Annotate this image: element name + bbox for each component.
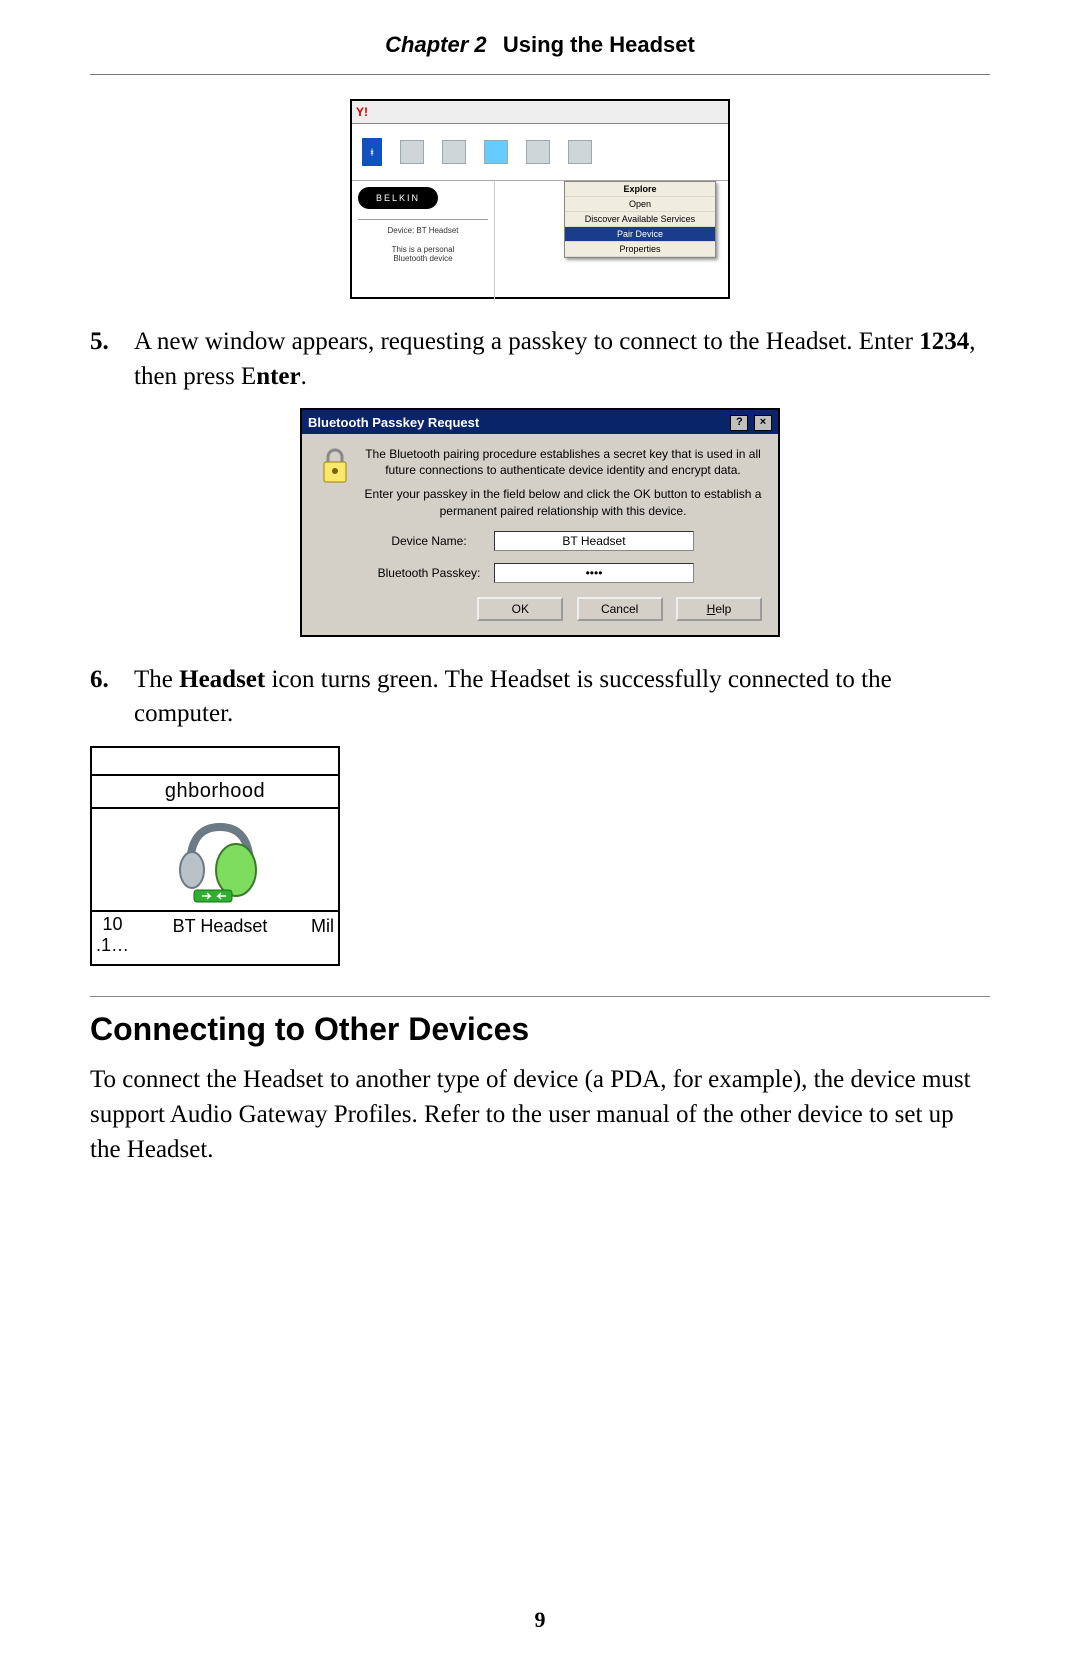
dialog-titlebar: Bluetooth Passkey Request ? × [302, 410, 778, 434]
page-number: 9 [0, 1607, 1080, 1633]
chapter-label: Chapter 2 [385, 32, 486, 57]
menu-open[interactable]: Open [565, 197, 715, 212]
figure-passkey-wrap: Bluetooth Passkey Request ? × The Blueto… [90, 408, 990, 637]
step-5-text: A new window appears, requesting a passk… [134, 325, 990, 394]
device-name-label: Device Name: [364, 533, 494, 549]
figure-passkey-dialog: Bluetooth Passkey Request ? × The Blueto… [300, 408, 780, 637]
step-6-number: 6. [90, 663, 134, 698]
dialog-buttons: OK Cancel Help [364, 597, 762, 621]
device-icon [526, 140, 550, 164]
cancel-button[interactable]: Cancel [577, 597, 663, 621]
section-heading: Connecting to Other Devices [90, 1011, 990, 1048]
fig3-top [92, 748, 338, 776]
headset-green-icon [170, 812, 260, 907]
fig3-body [92, 809, 338, 910]
device-name-field: BT Headset [494, 531, 694, 551]
page-header: Chapter 2 Using the Headset [90, 0, 990, 68]
menu-discover[interactable]: Discover Available Services [565, 212, 715, 227]
dialog-body: The Bluetooth pairing procedure establis… [302, 434, 778, 635]
fig3-left-text: 10 .1… [96, 914, 129, 956]
page: Chapter 2 Using the Headset Y! ᚼ BELKIN [0, 0, 1080, 1669]
close-icon[interactable]: × [754, 415, 772, 431]
fig3-bottom: 10 .1… BT Headset Mil [92, 910, 338, 964]
figure-neighborhood: Y! ᚼ BELKIN Device: BT Headset This is a… [350, 99, 730, 299]
help-icon[interactable]: ? [730, 415, 748, 431]
device-icon [484, 140, 508, 164]
figure-green-headset: ghborhood 10 .1… BT Headset Mil [90, 746, 340, 966]
bluetooth-icon: ᚼ [362, 138, 382, 166]
passkey-label: Bluetooth Passkey: [364, 565, 494, 581]
section-paragraph: To connect the Headset to another type o… [90, 1062, 990, 1167]
fig3-center-text: BT Headset [173, 914, 268, 937]
passkey-field[interactable]: •••• [494, 563, 694, 583]
dialog-para2: Enter your passkey in the field below an… [364, 486, 762, 518]
step-6-text: The Headset icon turns green. The Headse… [134, 663, 990, 732]
sidebar-text: Device: BT Headset [358, 226, 488, 235]
context-menu: Explore Open Discover Available Services… [564, 181, 716, 258]
device-icon [568, 140, 592, 164]
help-button[interactable]: Help [676, 597, 762, 621]
yahoo-icon: Y! [356, 105, 368, 119]
dialog-para1: The Bluetooth pairing procedure establis… [364, 446, 762, 478]
ok-button[interactable]: OK [477, 597, 563, 621]
lock-icon [318, 446, 352, 621]
chapter-title: Using the Headset [491, 32, 695, 57]
step-6: 6. The Headset icon turns green. The Hea… [90, 663, 990, 732]
fig1-toolbar-top: Y! [352, 101, 728, 124]
device-icon [400, 140, 424, 164]
fig3-right-text: Mil [311, 914, 334, 937]
fig1-toolbar: ᚼ [352, 124, 728, 181]
fig1-sidebar: BELKIN Device: BT Headset This is a pers… [352, 181, 495, 301]
fig3-window-label: ghborhood [92, 776, 338, 809]
section-rule [90, 996, 990, 997]
dialog-title: Bluetooth Passkey Request [308, 415, 479, 430]
menu-properties[interactable]: Properties [565, 242, 715, 257]
sidebar-text: This is a personal [358, 245, 488, 254]
menu-explore[interactable]: Explore [565, 182, 715, 197]
device-icon [442, 140, 466, 164]
dialog-content: The Bluetooth pairing procedure establis… [364, 446, 762, 621]
figure-green-headset-wrap: ghborhood 10 .1… BT Headset Mil [90, 746, 990, 966]
header-rule [90, 74, 990, 75]
figure-neighborhood-wrap: Y! ᚼ BELKIN Device: BT Headset This is a… [90, 99, 990, 299]
menu-pair[interactable]: Pair Device [565, 227, 715, 242]
belkin-logo: BELKIN [358, 187, 438, 209]
step-5-number: 5. [90, 325, 134, 360]
sidebar-text: Bluetooth device [358, 254, 488, 263]
step-5: 5. A new window appears, requesting a pa… [90, 325, 990, 394]
